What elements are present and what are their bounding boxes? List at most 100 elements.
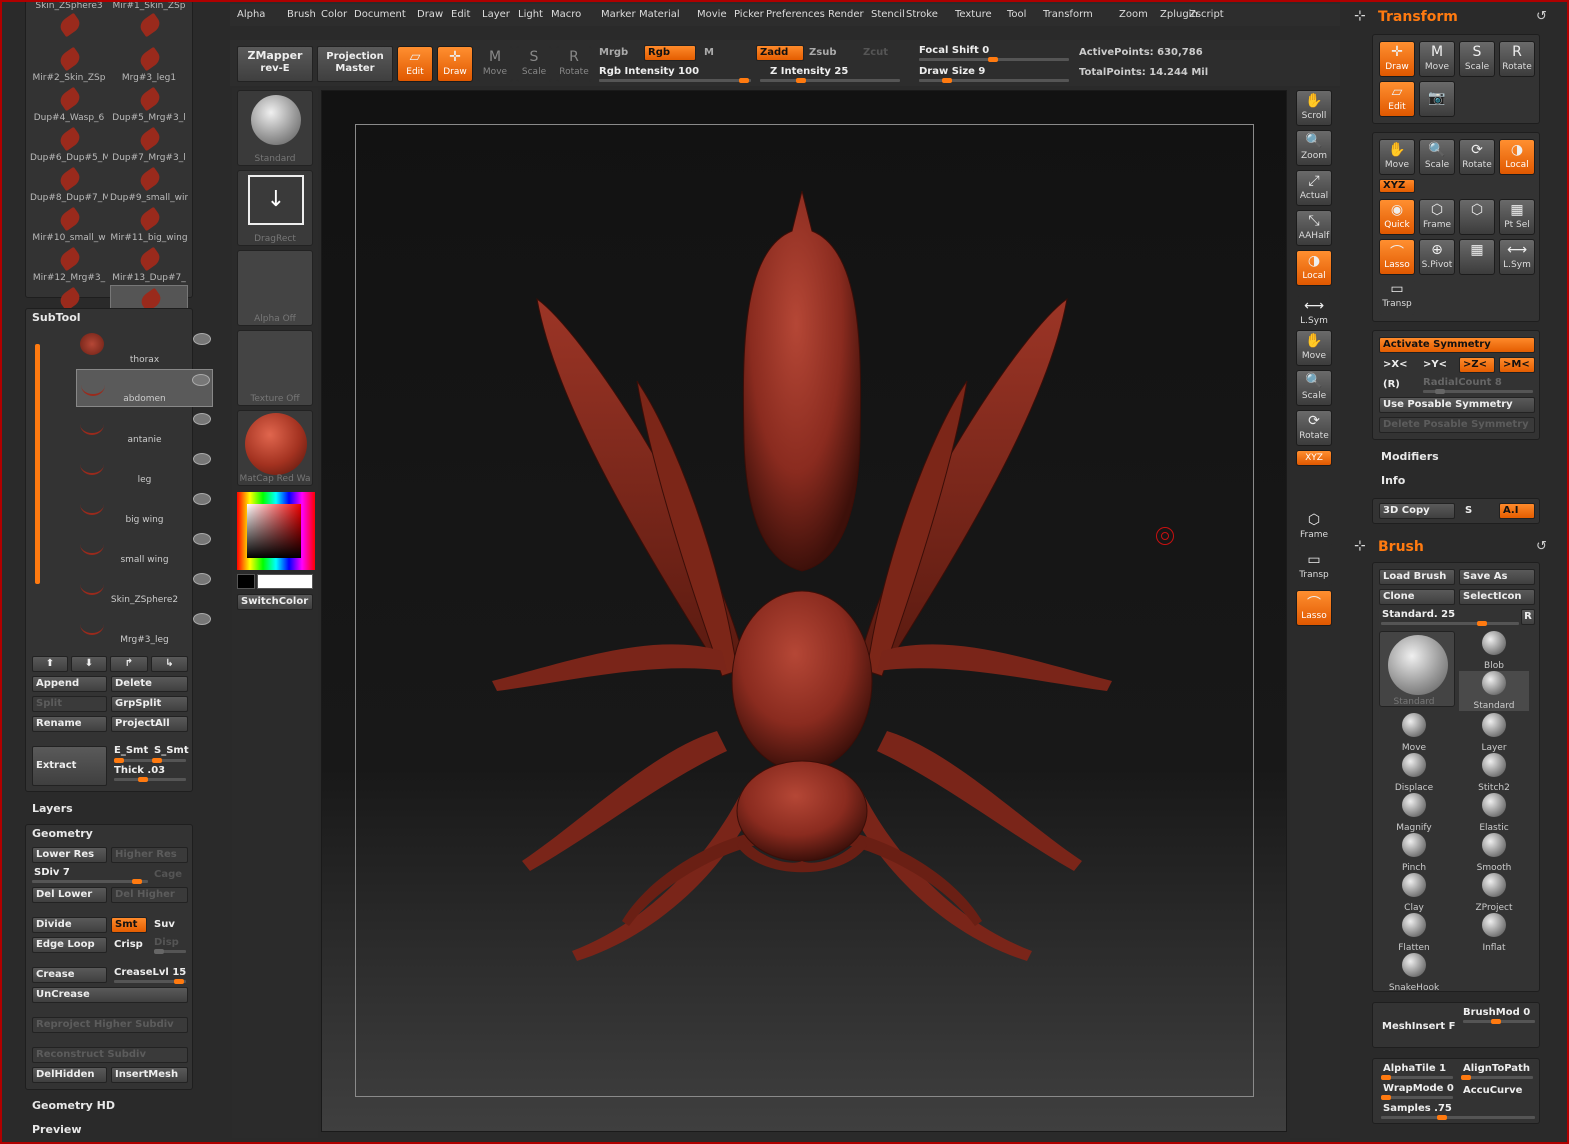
- transform-tool-button[interactable]: ⬡: [1459, 199, 1495, 235]
- menu-transform[interactable]: Transform: [1043, 9, 1093, 20]
- z-intensity-track[interactable]: [760, 78, 900, 83]
- crease-button[interactable]: Crease: [32, 967, 107, 983]
- menu-zscript[interactable]: Zscript: [1189, 9, 1224, 20]
- transform-rotate-button[interactable]: R Rotate: [1499, 41, 1535, 77]
- tool-thumbnail[interactable]: Dup#7_Mrg#3_l: [110, 125, 188, 163]
- tool-thumbnail[interactable]: Mir#2_Skin_ZSp: [30, 45, 108, 83]
- transform-title[interactable]: Transform: [1378, 9, 1458, 25]
- transform-tool-button[interactable]: ⬡ Frame: [1419, 199, 1455, 235]
- copy-s-toggle[interactable]: S: [1465, 505, 1472, 516]
- alphatile-track[interactable]: [1381, 1075, 1453, 1080]
- right-shelf-button[interactable]: ▭ Transp: [1296, 550, 1332, 586]
- tool-thumbnail[interactable]: Dup#4_Wasp_6: [30, 85, 108, 123]
- thick-track[interactable]: [114, 777, 186, 782]
- brush-palette-item[interactable]: Blob: [1459, 631, 1529, 671]
- move-mode-button[interactable]: M Move: [477, 46, 513, 82]
- geometry-title[interactable]: Geometry: [32, 827, 93, 840]
- menu-render[interactable]: Render: [828, 9, 864, 20]
- brush-palette-item[interactable]: Smooth: [1459, 833, 1529, 873]
- right-shelf-button[interactable]: ⌒ Lasso: [1296, 590, 1332, 626]
- color-picker-square[interactable]: [247, 504, 301, 558]
- info-header[interactable]: Info: [1381, 474, 1405, 487]
- brushmod-track[interactable]: [1463, 1019, 1535, 1024]
- subtool-item[interactable]: leg: [76, 449, 213, 487]
- aligntopath-toggle[interactable]: AlignToPath: [1463, 1063, 1530, 1074]
- visibility-eye-icon[interactable]: [193, 493, 211, 505]
- accucurve-toggle[interactable]: AccuCurve: [1463, 1085, 1522, 1096]
- visibility-eye-icon[interactable]: [193, 533, 211, 545]
- tool-thumbnail[interactable]: Mrg#3_leg1: [110, 45, 188, 83]
- tool-thumbnail[interactable]: Skin_ZSphere3: [30, 1, 108, 39]
- edge-loop-button[interactable]: Edge Loop: [32, 937, 107, 953]
- transform-tool-button[interactable]: ◉ Quick: [1379, 199, 1415, 235]
- right-shelf-button[interactable]: ⟳ Rotate: [1296, 410, 1332, 446]
- zadd-toggle[interactable]: Zadd: [756, 45, 804, 61]
- select-icon-button[interactable]: SelectIcon: [1459, 589, 1535, 605]
- rgb-toggle[interactable]: Rgb: [644, 45, 696, 61]
- transform-tool-button[interactable]: ▦ Pt Sel: [1499, 199, 1535, 235]
- brush-palette-item[interactable]: Layer: [1459, 713, 1529, 753]
- brush-palette-item[interactable]: SnakeHook: [1379, 953, 1449, 993]
- transform-draw-button[interactable]: ✛ Draw: [1379, 41, 1415, 77]
- projectall-button[interactable]: ProjectAll: [111, 716, 188, 732]
- activate-symmetry-button[interactable]: Activate Symmetry: [1379, 337, 1535, 353]
- radial-count-slider[interactable]: RadialCount 8: [1423, 377, 1502, 388]
- brush-palette-item[interactable]: Move: [1379, 713, 1449, 753]
- transform-tool-button[interactable]: ⊕ S.Pivot: [1419, 239, 1455, 275]
- right-shelf-button[interactable]: ⤡ AAHalf: [1296, 210, 1332, 246]
- geometry-hd-header[interactable]: Geometry HD: [32, 1099, 115, 1112]
- focal-shift-track[interactable]: [919, 57, 1069, 62]
- transform-reset-icon[interactable]: ↺: [1536, 9, 1547, 24]
- sym-x-toggle[interactable]: >X<: [1383, 359, 1407, 370]
- color-picker[interactable]: [237, 492, 315, 570]
- move-up-folder-button[interactable]: ↱: [110, 656, 148, 672]
- aligntopath-track[interactable]: [1461, 1075, 1533, 1080]
- sdiv-slider[interactable]: SDiv 7: [34, 867, 70, 878]
- draw-size-track[interactable]: [919, 78, 1069, 83]
- edit-mode-button[interactable]: ▱ Edit: [397, 46, 433, 82]
- brush-palette-item[interactable]: Clay: [1379, 873, 1449, 913]
- focal-shift-slider[interactable]: Focal Shift 0: [919, 45, 989, 56]
- standard-size-slider[interactable]: Standard. 25: [1382, 609, 1455, 620]
- menu-tool[interactable]: Tool: [1007, 9, 1026, 20]
- transform-tool-button[interactable]: ⌒ Lasso: [1379, 239, 1415, 275]
- transform-tool-button[interactable]: ◑ Local: [1499, 139, 1535, 175]
- lower-res-button[interactable]: Lower Res: [32, 847, 107, 863]
- move-down-folder-button[interactable]: ↳: [151, 656, 188, 672]
- brushmod-slider[interactable]: BrushMod 0: [1463, 1007, 1530, 1018]
- disp-slider[interactable]: Disp: [154, 937, 179, 948]
- preview-header[interactable]: Preview: [32, 1123, 82, 1136]
- samples-track[interactable]: [1381, 1115, 1535, 1120]
- m-toggle[interactable]: M: [704, 47, 714, 58]
- visibility-eye-icon[interactable]: [193, 613, 211, 625]
- texture-slot[interactable]: Texture Off: [237, 330, 313, 406]
- save-as-button[interactable]: Save As: [1459, 569, 1535, 585]
- transform-move-button[interactable]: M Move: [1419, 41, 1455, 77]
- extract-button[interactable]: Extract: [32, 746, 107, 786]
- menu-movie[interactable]: Movie: [697, 9, 727, 20]
- modifiers-header[interactable]: Modifiers: [1381, 450, 1439, 463]
- menu-layer[interactable]: Layer: [482, 9, 510, 20]
- disp-track[interactable]: [154, 949, 186, 954]
- del-lower-button[interactable]: Del Lower: [32, 887, 107, 903]
- crisp-toggle[interactable]: Crisp: [114, 939, 143, 950]
- tool-thumbnail[interactable]: Mir#1_Skin_ZSp: [110, 1, 188, 39]
- visibility-eye-icon[interactable]: [193, 333, 211, 345]
- use-posable-symmetry-button[interactable]: Use Posable Symmetry: [1379, 397, 1535, 413]
- e-smt-slider[interactable]: E_Smt: [114, 745, 148, 756]
- tool-thumbnail[interactable]: Mir#12_Mrg#3_: [30, 245, 108, 283]
- divide-button[interactable]: Divide: [32, 917, 107, 933]
- higher-res-button[interactable]: Higher Res: [111, 847, 188, 863]
- right-shelf-button[interactable]: 🔍 Zoom: [1296, 130, 1332, 166]
- visibility-eye-icon[interactable]: [193, 413, 211, 425]
- tool-thumbnail[interactable]: Dup#8_Dup#7_M: [30, 165, 108, 203]
- transform-tool-button[interactable]: ▦: [1459, 239, 1495, 275]
- menu-alpha[interactable]: Alpha: [237, 9, 265, 20]
- delete-button[interactable]: Delete: [111, 676, 188, 692]
- transform-scale-button[interactable]: S Scale: [1459, 41, 1495, 77]
- brush-reset-icon[interactable]: ↺: [1536, 539, 1547, 554]
- load-brush-button[interactable]: Load Brush: [1379, 569, 1455, 585]
- grpsplit-button[interactable]: GrpSplit: [111, 696, 188, 712]
- 3d-copy-button[interactable]: 3D Copy: [1379, 503, 1455, 519]
- tool-thumbnail[interactable]: Mir#13_Dup#7_: [110, 245, 188, 283]
